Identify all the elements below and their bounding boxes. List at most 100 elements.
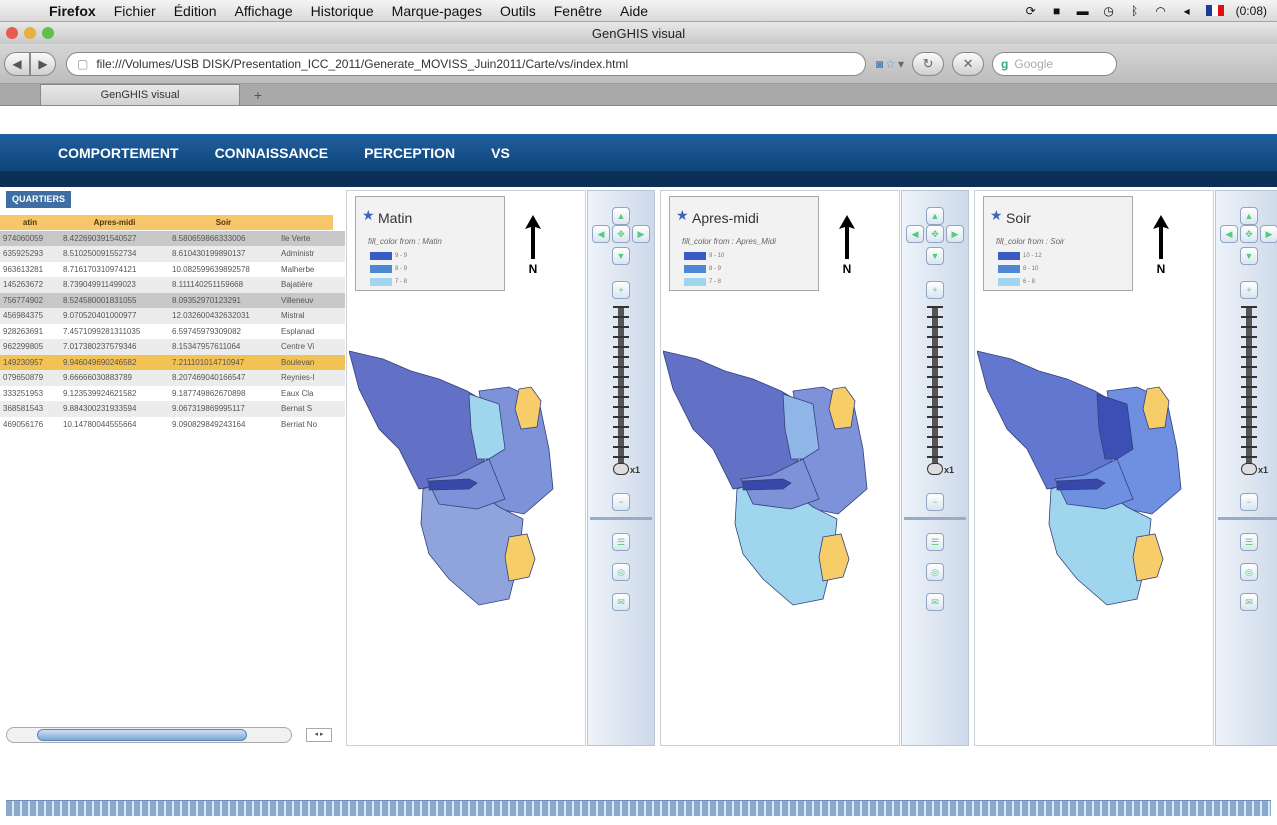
pan-center-button[interactable]: ✥ xyxy=(926,225,944,243)
bookmark-star-icon[interactable]: ☆ xyxy=(885,57,896,71)
district-map[interactable] xyxy=(349,349,585,609)
layers-button[interactable]: ☰ xyxy=(612,533,630,551)
zoom-out-button[interactable]: − xyxy=(1240,493,1258,511)
pan-left-button[interactable]: ◀ xyxy=(1220,225,1238,243)
zoom-window-button[interactable] xyxy=(42,27,54,39)
reload-button[interactable]: ↻ xyxy=(912,51,945,76)
pan-center-button[interactable]: ✥ xyxy=(612,225,630,243)
southeast-district[interactable] xyxy=(1132,533,1164,582)
time-machine-icon[interactable]: ◷ xyxy=(1102,4,1116,18)
select-button[interactable]: ◎ xyxy=(926,563,944,581)
volume-icon[interactable]: ◂ xyxy=(1180,4,1194,18)
pan-right-button[interactable]: ▶ xyxy=(1260,225,1277,243)
close-window-button[interactable] xyxy=(6,27,18,39)
pan-down-button[interactable]: ▼ xyxy=(926,247,944,265)
southeast-district[interactable] xyxy=(504,533,536,582)
zoom-slider-knob[interactable] xyxy=(927,463,943,475)
nav-vs[interactable]: VS xyxy=(473,145,528,161)
forward-button[interactable]: ▶ xyxy=(30,51,56,76)
nav-comportement[interactable]: COMPORTEMENT xyxy=(40,145,197,161)
southeast-district[interactable] xyxy=(818,533,850,582)
table-row[interactable]: 635925293 8.510250091552734 8.610430199890… xyxy=(0,246,345,262)
table-row[interactable]: 928263691 7.4571099281311035 6.59745979309… xyxy=(0,324,345,340)
table-row[interactable]: 756774902 8.524580001831055 8.093529701232… xyxy=(0,292,345,308)
table-row[interactable]: 962299805 7.017380237579346 8.153479576110… xyxy=(0,339,345,355)
info-button[interactable]: ✉ xyxy=(1240,593,1258,611)
zoom-slider[interactable] xyxy=(613,306,629,466)
table-row[interactable]: 333251953 9.123539924621582 9.187749862670… xyxy=(0,386,345,402)
back-button[interactable]: ◀ xyxy=(4,51,30,76)
scroll-track[interactable] xyxy=(6,727,292,743)
table-row[interactable]: 145263672 8.739049911499023 8.111140251159… xyxy=(0,277,345,293)
zoom-in-button[interactable]: + xyxy=(1240,281,1258,299)
col-header-quartier[interactable] xyxy=(278,215,333,231)
col-header-apres-midi[interactable]: Apres-midi xyxy=(60,215,169,231)
sync-icon[interactable]: ⟳ xyxy=(1024,4,1038,18)
table-row[interactable]: 974060059 8.42269039154052​7 8.58065986633… xyxy=(0,230,345,246)
menu-fenetre[interactable]: Fenêtre xyxy=(545,3,611,19)
minimize-window-button[interactable] xyxy=(24,27,36,39)
zoom-out-button[interactable]: − xyxy=(926,493,944,511)
info-button[interactable]: ✉ xyxy=(612,593,630,611)
pan-up-button[interactable]: ▲ xyxy=(612,207,630,225)
zoom-slider-knob[interactable] xyxy=(1241,463,1257,475)
zoom-slider-knob[interactable] xyxy=(613,463,629,475)
menu-edition[interactable]: Édition xyxy=(165,3,226,19)
river-strip[interactable] xyxy=(742,478,792,491)
pan-up-button[interactable]: ▲ xyxy=(926,207,944,225)
map-panel-2[interactable]: ★ Soir fill_color from : Soir 10 - 12 8 - 10… xyxy=(974,190,1214,746)
menu-affichage[interactable]: Affichage xyxy=(226,3,302,19)
pan-down-button[interactable]: ▼ xyxy=(612,247,630,265)
wifi-icon[interactable]: ◠ xyxy=(1154,4,1168,18)
pan-up-button[interactable]: ▲ xyxy=(1240,207,1258,225)
zoom-out-button[interactable]: − xyxy=(612,493,630,511)
northeast-district[interactable] xyxy=(828,386,856,430)
district-map[interactable] xyxy=(977,349,1213,609)
menu-marque-pages[interactable]: Marque-pages xyxy=(383,3,491,19)
app-status-icon[interactable]: ■ xyxy=(1050,4,1064,18)
bluetooth-icon[interactable]: ᛒ xyxy=(1128,4,1142,18)
pan-right-button[interactable]: ▶ xyxy=(632,225,650,243)
url-bar[interactable]: ▢ file:///Volumes/USB DISK/Presentation_… xyxy=(66,51,866,76)
rss-icon[interactable]: ◙ xyxy=(876,57,883,71)
table-row[interactable]: 456984375 9.070520401000977 12.03260043263… xyxy=(0,308,345,324)
stop-button[interactable]: ✕ xyxy=(952,51,985,76)
nav-perception[interactable]: PERCEPTION xyxy=(346,145,473,161)
pan-left-button[interactable]: ◀ xyxy=(592,225,610,243)
display-icon[interactable]: ▬ xyxy=(1076,4,1090,18)
search-input[interactable]: g Google xyxy=(992,51,1118,76)
northeast-district[interactable] xyxy=(514,386,542,430)
input-flag-icon[interactable] xyxy=(1205,5,1224,16)
scroll-thumb[interactable] xyxy=(37,729,247,741)
table-horizontal-scrollbar[interactable]: ◂ ▸ xyxy=(6,727,336,743)
dropdown-icon[interactable]: ▾ xyxy=(898,57,904,71)
select-button[interactable]: ◎ xyxy=(1240,563,1258,581)
table-row[interactable]: 963613281 8.716170310974121 10.08259963989… xyxy=(0,262,345,278)
pan-down-button[interactable]: ▼ xyxy=(1240,247,1258,265)
info-button[interactable]: ✉ xyxy=(926,593,944,611)
menu-outils[interactable]: Outils xyxy=(491,3,545,19)
col-header-matin[interactable]: atin xyxy=(0,215,60,231)
zoom-slider[interactable] xyxy=(1241,306,1257,466)
new-tab-button[interactable]: + xyxy=(244,84,272,105)
tab-quartiers[interactable]: QUARTIERS xyxy=(6,191,72,208)
zoom-in-button[interactable]: + xyxy=(612,281,630,299)
table-row[interactable]: 149230957 9.946049690246582 7.21110101​471… xyxy=(0,354,345,370)
tab-genghis-visual[interactable]: GenGHIS visual xyxy=(40,84,240,105)
pan-right-button[interactable]: ▶ xyxy=(946,225,964,243)
district-map[interactable] xyxy=(663,349,899,609)
northeast-district[interactable] xyxy=(1142,386,1170,430)
menu-historique[interactable]: Historique xyxy=(302,3,383,19)
menu-app-firefox[interactable]: Firefox xyxy=(40,3,105,19)
river-strip[interactable] xyxy=(1056,478,1106,491)
table-row[interactable]: 469056176 10.14780044555664 9.090829849243… xyxy=(0,417,345,433)
clock[interactable]: (0:08) xyxy=(1236,4,1267,18)
scroll-arrows[interactable]: ◂ ▸ xyxy=(306,728,332,742)
zoom-slider[interactable] xyxy=(927,306,943,466)
zoom-in-button[interactable]: + xyxy=(926,281,944,299)
map-panel-1[interactable]: ★ Apres-midi fill_color from : Apres_Midi 9… xyxy=(660,190,900,746)
table-row[interactable]: 368581543 9.884300231933594 9.067319869995… xyxy=(0,401,345,417)
col-header-soir[interactable]: Soir xyxy=(169,215,278,231)
table-row[interactable]: 079650879 9.66666030883789 8.20746904016​6… xyxy=(0,370,345,386)
pan-left-button[interactable]: ◀ xyxy=(906,225,924,243)
